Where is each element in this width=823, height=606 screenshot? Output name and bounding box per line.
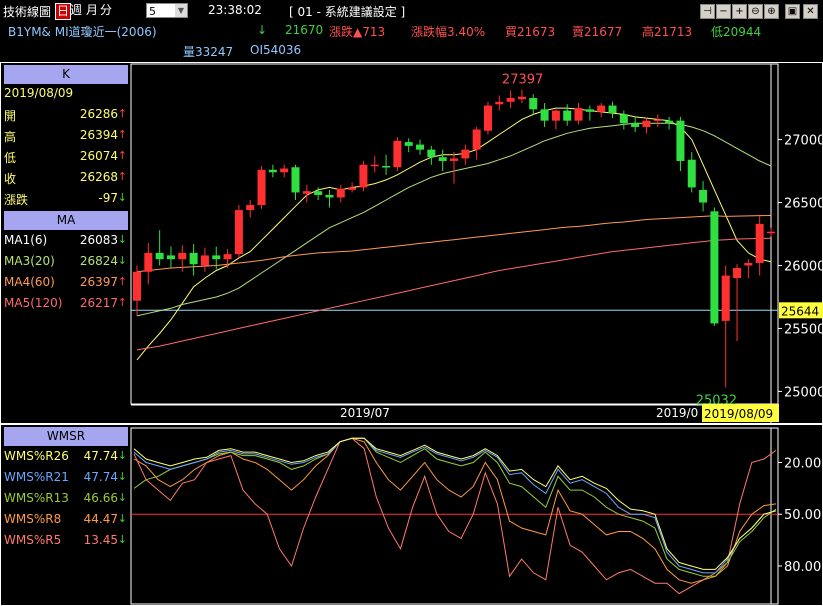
price-chart[interactable]: 2700026500260002550025000256442739725032…: [0, 0, 823, 606]
candle: [404, 142, 413, 146]
candle: [212, 255, 221, 260]
candle: [540, 109, 549, 121]
high-annotation: 27397: [502, 73, 543, 88]
candle: [291, 167, 300, 193]
ma-line-1: [136, 107, 772, 361]
candle: [563, 110, 572, 121]
candle: [427, 149, 436, 158]
candle: [438, 157, 447, 161]
candle: [268, 169, 277, 173]
candle: [302, 191, 311, 194]
candle: [653, 119, 662, 121]
candle: [687, 159, 696, 188]
current-price-label: 25644: [781, 304, 819, 318]
candle: [144, 252, 153, 272]
candle: [133, 271, 141, 301]
candle: [506, 98, 515, 102]
candle: [246, 205, 255, 211]
candle: [359, 164, 368, 188]
candle: [585, 109, 594, 112]
y-tick-label: 26000: [784, 259, 823, 274]
candle: [336, 188, 345, 198]
candle: [495, 101, 504, 105]
candle: [483, 105, 492, 131]
candle: [529, 98, 538, 110]
candle: [189, 252, 198, 265]
ma-line-2: [136, 122, 772, 317]
candle: [234, 210, 243, 255]
candle: [348, 187, 357, 190]
candle: [178, 252, 187, 260]
candle: [631, 123, 640, 127]
candle: [619, 114, 628, 124]
candle: [166, 255, 175, 260]
y-tick-label: 25500: [784, 322, 823, 337]
candle: [721, 275, 730, 321]
candle: [472, 129, 481, 150]
candle: [200, 255, 209, 266]
candle: [608, 105, 617, 114]
candle: [744, 262, 753, 266]
candle: [393, 140, 402, 168]
candle: [642, 120, 651, 127]
candle: [450, 158, 458, 161]
x-axis-label: 2019/07: [340, 406, 390, 420]
candle: [767, 231, 775, 234]
candle: [699, 189, 708, 203]
candle: [223, 254, 232, 260]
candle: [461, 149, 470, 159]
candle: [416, 144, 425, 150]
y-tick-label: 25000: [784, 385, 823, 400]
candle: [517, 96, 526, 100]
candle: [733, 268, 742, 279]
candle: [257, 169, 266, 206]
candle: [382, 166, 391, 168]
candle: [574, 108, 583, 121]
y-tick-label: 26500: [784, 197, 823, 212]
price-plot-area: [130, 63, 779, 405]
y-tick-label: 27000: [784, 134, 823, 149]
candle: [155, 252, 164, 260]
ma-line-4: [136, 237, 772, 351]
current-date-label: 2019/08/09: [704, 407, 773, 421]
ma-line-3: [136, 215, 772, 273]
candle: [280, 168, 289, 173]
candle: [710, 211, 719, 324]
candle: [551, 110, 560, 121]
candle: [755, 223, 764, 263]
candle: [370, 164, 379, 167]
candle: [325, 194, 334, 198]
x-axis-label: 2019/0: [656, 406, 698, 420]
candle: [597, 105, 606, 112]
candle: [676, 120, 685, 161]
candle: [314, 191, 323, 195]
candle: [665, 120, 674, 124]
